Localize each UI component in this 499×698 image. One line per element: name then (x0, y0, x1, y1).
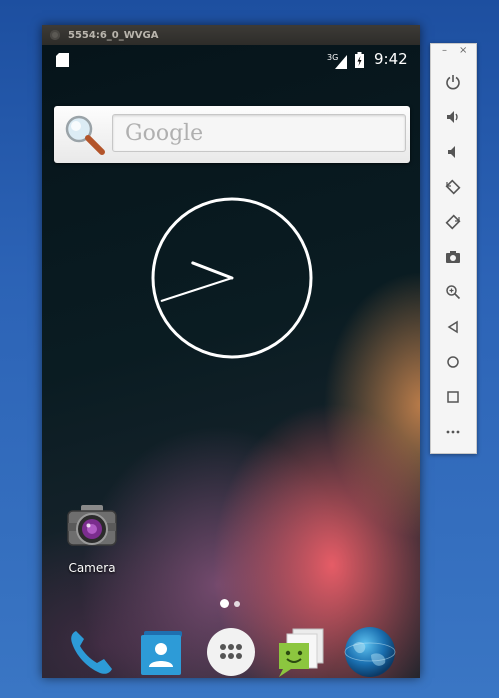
window-close-icon[interactable] (50, 30, 60, 40)
screenshot-camera-icon (446, 251, 460, 263)
signal-3g-icon: 3G (327, 53, 347, 69)
status-time: 9:42 (374, 50, 408, 68)
status-bar[interactable]: 3G 9:42 (42, 45, 420, 75)
messaging-icon[interactable] (273, 625, 327, 678)
analog-clock-widget[interactable] (150, 196, 314, 360)
magnifier-search-icon[interactable] (62, 113, 106, 157)
camera-app-label: Camera (68, 561, 116, 575)
window-title: 5554:6_0_WVGA (68, 29, 159, 41)
camera-icon[interactable] (64, 499, 120, 555)
volume-down-button[interactable] (441, 140, 465, 164)
battery-charging-icon (355, 52, 364, 68)
page-dot (234, 601, 240, 607)
power-icon (446, 75, 460, 90)
camera-app-shortcut[interactable]: Camera (60, 499, 124, 575)
rotate-right-button[interactable] (441, 210, 465, 234)
zoom-button[interactable] (441, 280, 465, 304)
overview-icon (447, 391, 459, 403)
overview-button[interactable] (441, 385, 465, 409)
back-icon (447, 320, 458, 334)
device-screen[interactable]: 3G 9:42 Google Camera (42, 45, 420, 678)
more-icon (446, 430, 460, 434)
clock-minute-hand (160, 277, 233, 302)
zoom-icon (446, 285, 461, 300)
all-apps-icon[interactable] (204, 625, 258, 678)
volume-up-button[interactable] (441, 105, 465, 129)
contacts-icon[interactable] (134, 625, 188, 678)
rotate-right-icon (445, 214, 461, 230)
search-input[interactable]: Google (112, 114, 406, 152)
phone-icon[interactable] (64, 625, 118, 678)
volume-down-icon (448, 146, 455, 158)
more-button[interactable] (441, 420, 465, 444)
toolbar-close-button[interactable]: × (459, 45, 467, 56)
toolbar-minimize-button[interactable]: – (442, 45, 447, 56)
power-button[interactable] (441, 70, 465, 94)
home-button[interactable] (441, 350, 465, 374)
page-dot-active (220, 599, 229, 608)
home-icon (447, 356, 459, 368)
svg-text:3G: 3G (327, 53, 338, 62)
screenshot-button[interactable] (441, 245, 465, 269)
hotseat-dock (42, 621, 420, 678)
browser-globe-icon[interactable] (343, 625, 397, 678)
emulator-window: 5554:6_0_WVGA 3G 9:42 Google Camera (42, 25, 420, 678)
window-titlebar[interactable]: 5554:6_0_WVGA (42, 25, 420, 45)
rotate-left-button[interactable] (441, 175, 465, 199)
page-indicator (217, 599, 247, 609)
clock-hour-hand (191, 261, 234, 280)
volume-up-icon (447, 111, 458, 123)
toolbar-window-controls: – × (431, 45, 476, 58)
rotate-left-icon (445, 179, 461, 195)
google-search-widget[interactable]: Google (54, 106, 410, 163)
back-button[interactable] (441, 315, 465, 339)
emulator-toolbar: – × (430, 43, 477, 454)
sd-card-icon (56, 53, 69, 67)
